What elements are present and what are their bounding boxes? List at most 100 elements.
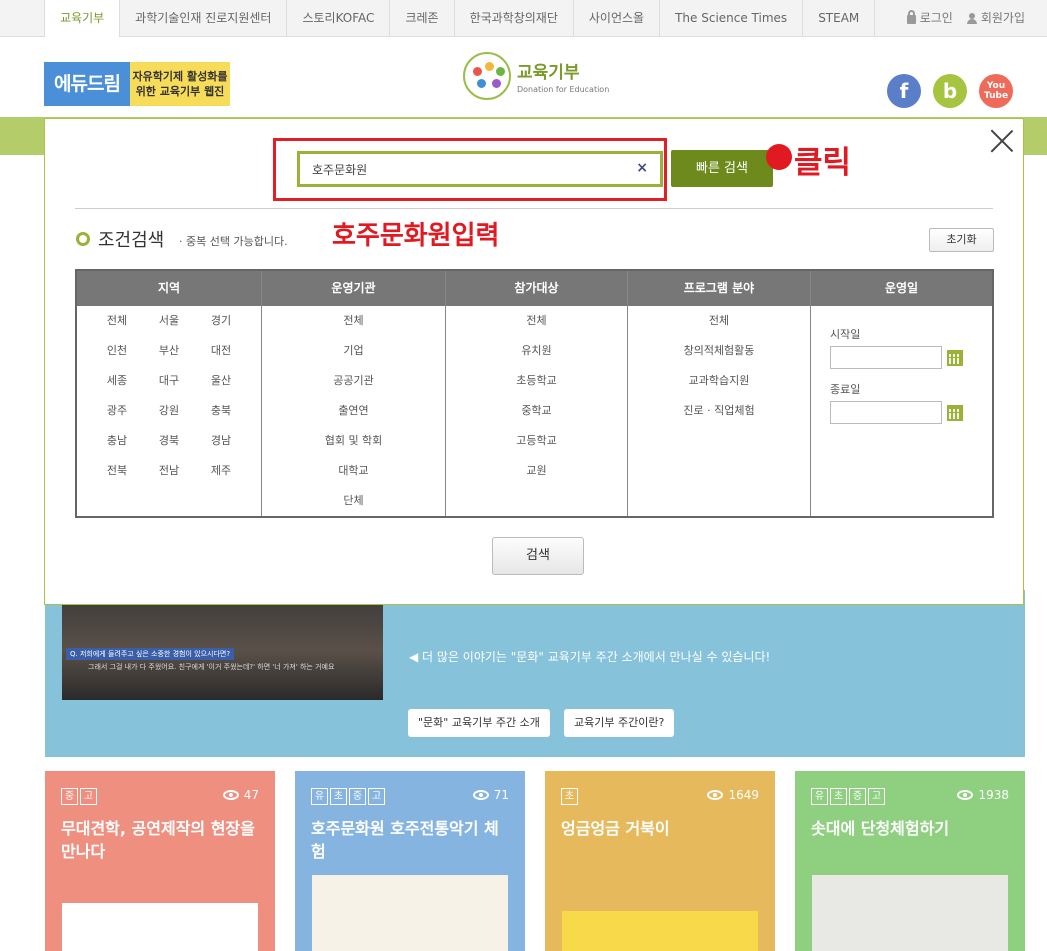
end-date-label: 종료일 xyxy=(830,383,861,396)
condition-search-title: 조건검색 xyxy=(98,230,165,251)
close-icon[interactable] xyxy=(989,128,1015,154)
tab-crezone[interactable]: 크레존 xyxy=(390,0,455,37)
tab-steam[interactable]: STEAM xyxy=(803,0,876,37)
signup-label: 회원가입 xyxy=(980,11,1025,25)
calendar-icon[interactable] xyxy=(947,404,963,421)
target-option[interactable]: 고등학교 xyxy=(446,433,627,463)
edudream-banner[interactable]: 에듀드림 자유학기제 활성화를 위한 교육기부 웹진 xyxy=(44,62,230,106)
tab-edu-donation[interactable]: 교육기부 xyxy=(45,0,121,37)
program-card-3[interactable]: 초 1649 엉금엉금 거북이 xyxy=(545,771,775,951)
tab-career-center[interactable]: 과학기술인재 진로지원센터 xyxy=(120,0,288,37)
org-option[interactable]: 공공기관 xyxy=(262,373,445,403)
org-option[interactable]: 출연연 xyxy=(262,403,445,433)
region-option[interactable]: 서울 xyxy=(143,313,195,343)
circle-bullet-icon xyxy=(76,232,90,246)
field-option[interactable]: 진로 · 직업체험 xyxy=(628,403,810,433)
calendar-icon[interactable] xyxy=(947,349,963,366)
region-option[interactable]: 경남 xyxy=(195,433,247,463)
target-option[interactable]: 중학교 xyxy=(446,403,627,433)
field-option[interactable]: 전체 xyxy=(628,313,810,343)
card-thumbnail xyxy=(562,911,758,951)
region-option[interactable]: 대전 xyxy=(195,343,247,373)
field-option[interactable]: 교과학습지원 xyxy=(628,373,810,403)
org-option[interactable]: 전체 xyxy=(262,313,445,343)
region-option[interactable]: 충남 xyxy=(91,433,143,463)
region-option[interactable]: 광주 xyxy=(91,403,143,433)
edudream-tagline: 자유학기제 활성화를 위한 교육기부 웹진 xyxy=(130,69,230,99)
blog-icon[interactable]: b xyxy=(933,74,967,108)
tab-kofac[interactable]: 한국과학창의재단 xyxy=(455,0,574,37)
region-option[interactable]: 경기 xyxy=(195,313,247,343)
program-card-2[interactable]: 유 초 중 고 71 호주문화원 호주전통악기 체험 xyxy=(295,771,525,951)
signup-link[interactable]: 회원가입 xyxy=(966,0,1025,36)
youtube-text-1: You xyxy=(986,81,1006,91)
view-count-value: 1938 xyxy=(978,788,1009,802)
filter-grid: 지역 전체 서울 경기 인천 부산 대전 세종 대구 울산 광주 강원 충북 충… xyxy=(75,269,994,518)
culture-week-intro-button[interactable]: "문화" 교육기부 주간 소개 xyxy=(408,709,550,737)
region-option[interactable]: 전남 xyxy=(143,463,195,493)
card-title: 엉금엉금 거북이 xyxy=(561,819,670,838)
culture-week-banner: Q. 저희에게 들려주고 싶은 소중한 경험이 있으시다면? 그래서 그걸 내가… xyxy=(45,590,1025,757)
filter-column-field: 프로그램 분야 전체 창의적체험활동 교과학습지원 진로 · 직업체험 xyxy=(628,271,811,516)
card-thumbnail xyxy=(812,875,1008,951)
target-option[interactable]: 교원 xyxy=(446,463,627,493)
quick-search-button[interactable]: 빠른 검색 xyxy=(671,150,773,187)
story-video[interactable]: Q. 저희에게 들려주고 싶은 소중한 경험이 있으시다면? 그래서 그걸 내가… xyxy=(62,590,383,700)
region-option[interactable]: 강원 xyxy=(143,403,195,433)
region-option[interactable]: 울산 xyxy=(195,373,247,403)
region-option[interactable]: 부산 xyxy=(143,343,195,373)
view-count: 71 xyxy=(472,788,509,802)
region-option[interactable]: 충북 xyxy=(195,403,247,433)
field-option[interactable]: 창의적체험활동 xyxy=(628,343,810,373)
facebook-icon[interactable]: f xyxy=(887,74,921,108)
end-date-input[interactable] xyxy=(830,401,942,424)
filter-column-target: 참가대상 전체 유치원 초등학교 중학교 고등학교 교원 xyxy=(446,271,628,516)
tab-science-times[interactable]: The Science Times xyxy=(660,0,804,37)
card-badge: 중 xyxy=(349,788,366,805)
view-count-value: 71 xyxy=(493,788,509,802)
divider xyxy=(75,208,993,209)
card-title: 무대견학, 공연제작의 현장을 만나다 xyxy=(61,819,255,861)
region-option[interactable]: 제주 xyxy=(195,463,247,493)
target-option[interactable]: 유치원 xyxy=(446,343,627,373)
region-option[interactable]: 경북 xyxy=(143,433,195,463)
search-modal: × 빠른 검색 클릭 조건검색 · 중복 선택 가능합니다. 호주문화원입력 초… xyxy=(44,118,1024,605)
search-button[interactable]: 검색 xyxy=(492,537,584,575)
card-badges: 초 xyxy=(561,788,578,805)
org-option[interactable]: 기업 xyxy=(262,343,445,373)
program-card-1[interactable]: 중 고 47 무대견학, 공연제작의 현장을 만나다 xyxy=(45,771,275,951)
card-badge: 유 xyxy=(311,788,328,805)
region-option[interactable]: 인천 xyxy=(91,343,143,373)
region-option[interactable]: 세종 xyxy=(91,373,143,403)
logo-title: 교육기부 xyxy=(517,63,580,83)
target-option[interactable]: 전체 xyxy=(446,313,627,343)
edudream-tagline-1: 자유학기제 활성화를 xyxy=(132,70,228,83)
org-option[interactable]: 협회 및 학회 xyxy=(262,433,445,463)
org-option[interactable]: 단체 xyxy=(262,493,445,523)
start-date-input[interactable] xyxy=(830,346,942,369)
reset-button[interactable]: 초기화 xyxy=(929,228,994,252)
card-badge: 중 xyxy=(849,788,866,805)
tab-story-kofac[interactable]: 스토리KOFAC xyxy=(287,0,391,37)
filter-column-org: 운영기관 전체 기업 공공기관 출연연 협회 및 학회 대학교 단체 xyxy=(262,271,446,516)
program-card-4[interactable]: 유 초 중 고 1938 솟대에 단청체험하기 xyxy=(795,771,1025,951)
tab-scienceall[interactable]: 사이언스올 xyxy=(574,0,661,37)
login-link[interactable]: 로그인 xyxy=(906,0,953,36)
region-option[interactable]: 전체 xyxy=(91,313,143,343)
org-option[interactable]: 대학교 xyxy=(262,463,445,493)
lock-icon xyxy=(906,10,916,24)
donation-week-about-button[interactable]: 교육기부 주간이란? xyxy=(564,709,675,737)
target-option[interactable]: 초등학교 xyxy=(446,373,627,403)
filter-column-region: 지역 전체 서울 경기 인천 부산 대전 세종 대구 울산 광주 강원 충북 충… xyxy=(77,271,262,516)
site-logo[interactable]: 교육기부 Donation for Education xyxy=(463,52,609,100)
card-thumbnail xyxy=(62,903,258,951)
region-option[interactable]: 전북 xyxy=(91,463,143,493)
filter-header-org: 운영기관 xyxy=(262,271,445,306)
field-options: 전체 창의적체험활동 교과학습지원 진로 · 직업체험 xyxy=(628,306,810,433)
search-input[interactable] xyxy=(300,154,620,184)
clear-icon[interactable]: × xyxy=(636,160,648,176)
region-option[interactable]: 대구 xyxy=(143,373,195,403)
youtube-icon[interactable]: You Tube xyxy=(979,74,1013,108)
eye-icon xyxy=(222,790,239,800)
view-count-value: 1649 xyxy=(728,788,759,802)
